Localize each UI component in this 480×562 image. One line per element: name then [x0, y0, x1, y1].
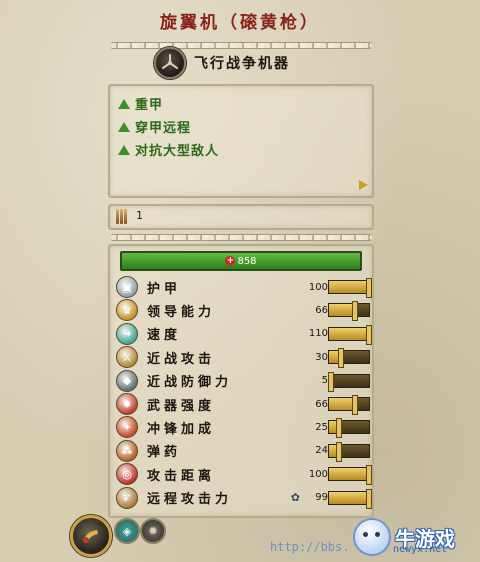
stat-bar — [328, 465, 372, 486]
stat-row[interactable]: ⚔ 近战攻击 30 — [116, 346, 372, 369]
stat-bar — [328, 301, 370, 322]
stat-value: 24 — [315, 445, 328, 457]
unit-type-header: 飞行战争机器 — [154, 47, 290, 79]
stat-value: 66 — [315, 304, 328, 316]
rotor-icon — [154, 47, 186, 79]
watermark-sub-text: newyx.net — [393, 544, 448, 555]
ammo-row: 1 — [108, 204, 374, 230]
stat-bar — [328, 441, 370, 462]
expand-arrow-icon[interactable] — [359, 180, 368, 190]
stat-value: 100 — [308, 281, 328, 293]
stat-row[interactable]: ♛ 领导能力 66 — [116, 299, 372, 322]
melee-defence-icon: ◆ — [116, 369, 138, 392]
unit-category-label: 飞行战争机器 — [194, 56, 290, 72]
stat-label: 攻击距离 — [147, 468, 216, 484]
stat-label: 近战攻击 — [147, 351, 216, 367]
stat-bar-marker — [352, 301, 359, 322]
ability-button-1[interactable]: ◈ — [114, 518, 140, 544]
stat-bar — [328, 278, 372, 298]
unit-title: 旋翼机（磙黄枪） — [160, 13, 320, 33]
ammo-count: 1 — [136, 209, 143, 222]
stat-value: 30 — [315, 351, 328, 363]
stat-bar — [328, 348, 370, 369]
stat-bar-marker — [336, 418, 342, 439]
ability-button-2[interactable]: ✹ — [140, 518, 166, 544]
melee-attack-icon: ⚔ — [116, 346, 138, 369]
stat-bar-marker — [338, 348, 344, 369]
trait-triangle-icon — [118, 121, 130, 132]
stat-value: 66 — [315, 398, 328, 410]
stat-label: 冲锋加成 — [147, 421, 216, 437]
stat-label: 弹药 — [147, 445, 182, 461]
stat-row[interactable]: ✸ 武器强度 66 — [116, 393, 372, 415]
shield-icon: ◈ — [122, 524, 132, 538]
stat-value: 99 — [315, 492, 328, 504]
health-value: 858 — [237, 255, 257, 267]
watermark-url: http://bbs. — [270, 540, 350, 554]
missile-strength-icon: ➶ — [116, 486, 138, 509]
stat-bar-marker — [365, 488, 372, 509]
stat-label: 速度 — [147, 328, 182, 344]
stat-row[interactable]: ◎ 攻击距离 100 — [116, 463, 372, 486]
stat-label: 远程攻击力 — [147, 492, 233, 508]
stat-bar-marker — [352, 395, 359, 415]
stat-row[interactable]: ✦ 冲锋加成 25 — [116, 416, 372, 439]
leadership-icon: ♛ — [116, 299, 138, 322]
mascot-icon — [353, 518, 391, 556]
charge-bonus-icon: ✦ — [116, 416, 138, 439]
trait-item[interactable]: 重甲 — [118, 94, 163, 113]
range-icon: ◎ — [116, 463, 138, 486]
stat-row[interactable]: ➜ 速度 110 — [116, 322, 372, 345]
ammunition-icon: ⁂ — [116, 439, 138, 462]
stat-bar-marker — [366, 324, 372, 345]
stat-value: 25 — [315, 421, 328, 433]
stat-label: 武器强度 — [147, 398, 216, 414]
stat-bar-marker — [366, 278, 372, 298]
watermark-logo: 牛游戏 newyx.net — [353, 512, 478, 562]
stat-value: 100 — [308, 468, 328, 480]
unit-portrait-button[interactable] — [70, 515, 112, 557]
stat-value: 110 — [308, 328, 328, 340]
stat-bar — [328, 324, 372, 345]
trait-label: 对抗大型敌人 — [135, 144, 220, 159]
trait-item[interactable]: 对抗大型敌人 — [118, 140, 219, 159]
horn-icon — [83, 530, 98, 543]
stats-panel: + 858 ▣ 护甲 100 ♛ 领导能力 66 ➜ 速度 110 ⚔ 近战攻击 30 ◆ 近战防御力 5 ✸… — [108, 244, 374, 518]
ammo-bundle-icon — [116, 209, 130, 225]
stat-bar-marker — [366, 465, 372, 486]
stat-row[interactable]: ➶ 远程攻击力 ✿ 99 — [116, 486, 372, 509]
stat-bar — [328, 371, 370, 392]
health-cross-icon: + — [225, 256, 236, 266]
divider-rope — [110, 234, 372, 241]
health-bar: + 858 — [120, 251, 362, 271]
stat-label: 护甲 — [147, 281, 182, 297]
stat-bar — [328, 418, 370, 439]
trait-label: 重甲 — [135, 98, 164, 113]
weapon-strength-icon: ✸ — [116, 393, 138, 415]
stat-bar-fill — [329, 491, 369, 504]
trait-triangle-icon — [118, 144, 130, 155]
stat-bar-marker — [335, 441, 342, 462]
trait-triangle-icon — [118, 98, 130, 109]
armor-icon: ▣ — [116, 276, 138, 298]
trait-label: 穿甲远程 — [135, 121, 192, 136]
traits-panel: 重甲 穿甲远程 对抗大型敌人 — [108, 84, 374, 198]
stat-bar — [328, 488, 372, 509]
speed-icon: ➜ — [116, 322, 138, 345]
stat-label: 近战防御力 — [147, 375, 233, 391]
stat-row[interactable]: ◆ 近战防御力 5 — [116, 369, 372, 392]
cog-icon: ✹ — [147, 524, 159, 538]
stat-label: 领导能力 — [147, 304, 216, 320]
stat-bar — [328, 395, 370, 415]
stat-row[interactable]: ▣ 护甲 100 — [116, 276, 372, 298]
stat-bar-fill — [329, 327, 369, 340]
bonus-icon: ✿ — [290, 491, 300, 505]
stat-bar-fill — [329, 281, 369, 293]
stat-row[interactable]: ⁂ 弹药 24 — [116, 439, 372, 462]
stat-bar-fill — [329, 468, 369, 481]
trait-item[interactable]: 穿甲远程 — [118, 117, 191, 136]
stat-bar-marker — [328, 371, 334, 392]
